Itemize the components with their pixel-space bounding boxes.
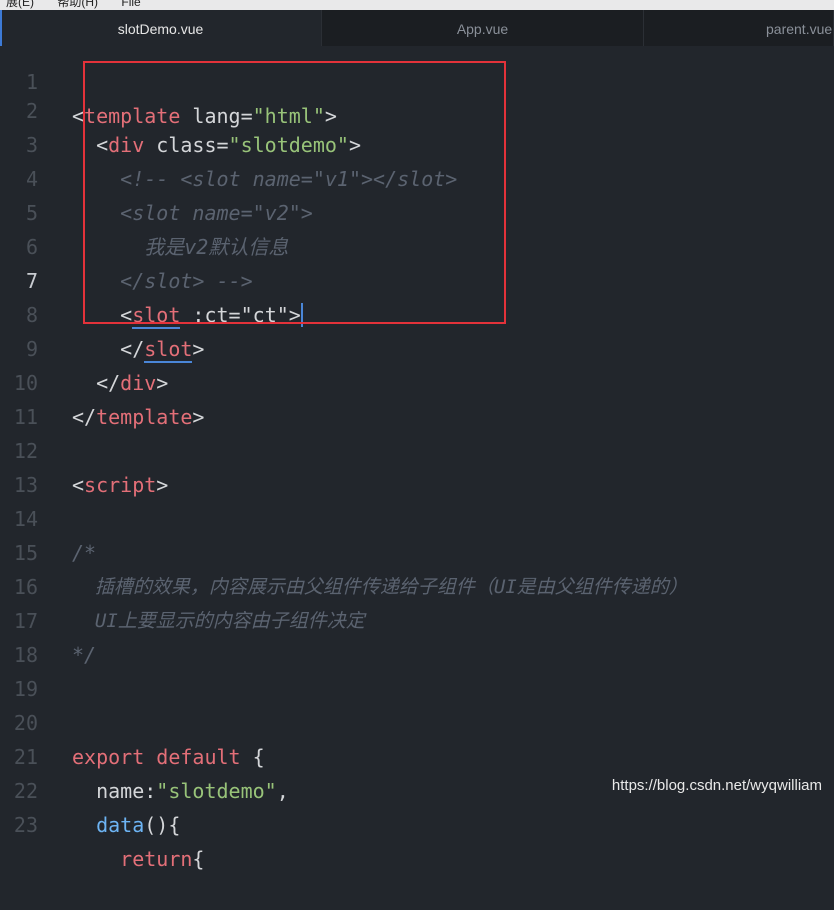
- code-line: 10 </template>: [0, 332, 834, 429]
- function-name: data: [96, 813, 145, 837]
- code-line: 13: [0, 434, 834, 497]
- keyword: return: [120, 847, 193, 871]
- watermark: https://blog.csdn.net/wyqwilliam: [611, 777, 822, 794]
- code-line: 22 data(){: [0, 740, 834, 837]
- punct: (){: [144, 813, 181, 837]
- menu-bar: 展(E) 帮助(H) File: [0, 0, 834, 10]
- code-line-current: 7 <slot :ct="ct">: [0, 230, 834, 329]
- code-line: 18: [0, 604, 834, 667]
- code-line: 21 name:"slotdemo",: [0, 706, 834, 803]
- code-line: 19: [0, 638, 834, 701]
- code-line: 8 </slot>: [0, 264, 834, 363]
- code-line: 5 我是v2默认信息: [0, 162, 834, 259]
- code-line: 16 UI上要显示的内容由子组件决定: [0, 536, 834, 632]
- code-editor[interactable]: 1 <template lang="html"> 2 <div class="s…: [0, 46, 834, 871]
- code-line: 3 <!-- <slot name="v1"></slot>: [0, 94, 834, 191]
- code-line: 6 </slot> -->: [0, 196, 834, 293]
- code-line: 4 <slot name="v2">: [0, 128, 834, 225]
- code-line: 14 /*: [0, 468, 834, 565]
- code-line: 11: [0, 366, 834, 429]
- code-line: 20 export default {: [0, 672, 834, 769]
- menu-item-file[interactable]: File: [121, 0, 140, 8]
- code-line: 17 */: [0, 570, 834, 667]
- menu-item-extensions[interactable]: 展(E): [6, 0, 34, 8]
- punct: {: [192, 847, 205, 871]
- code-line: 9 </div>: [0, 298, 834, 395]
- menu-item-help[interactable]: 帮助(H): [57, 0, 98, 8]
- code-line: 12 <script>: [0, 400, 834, 497]
- code-line: 2 <div class="slotdemo">: [0, 60, 834, 157]
- line-number: 23: [13, 813, 38, 837]
- code-line: 15 插槽的效果，内容展示由父组件传递给子组件（UI是由父组件传递的）: [0, 502, 834, 598]
- line-content: return{: [72, 842, 204, 876]
- line-content: data(){: [72, 808, 180, 842]
